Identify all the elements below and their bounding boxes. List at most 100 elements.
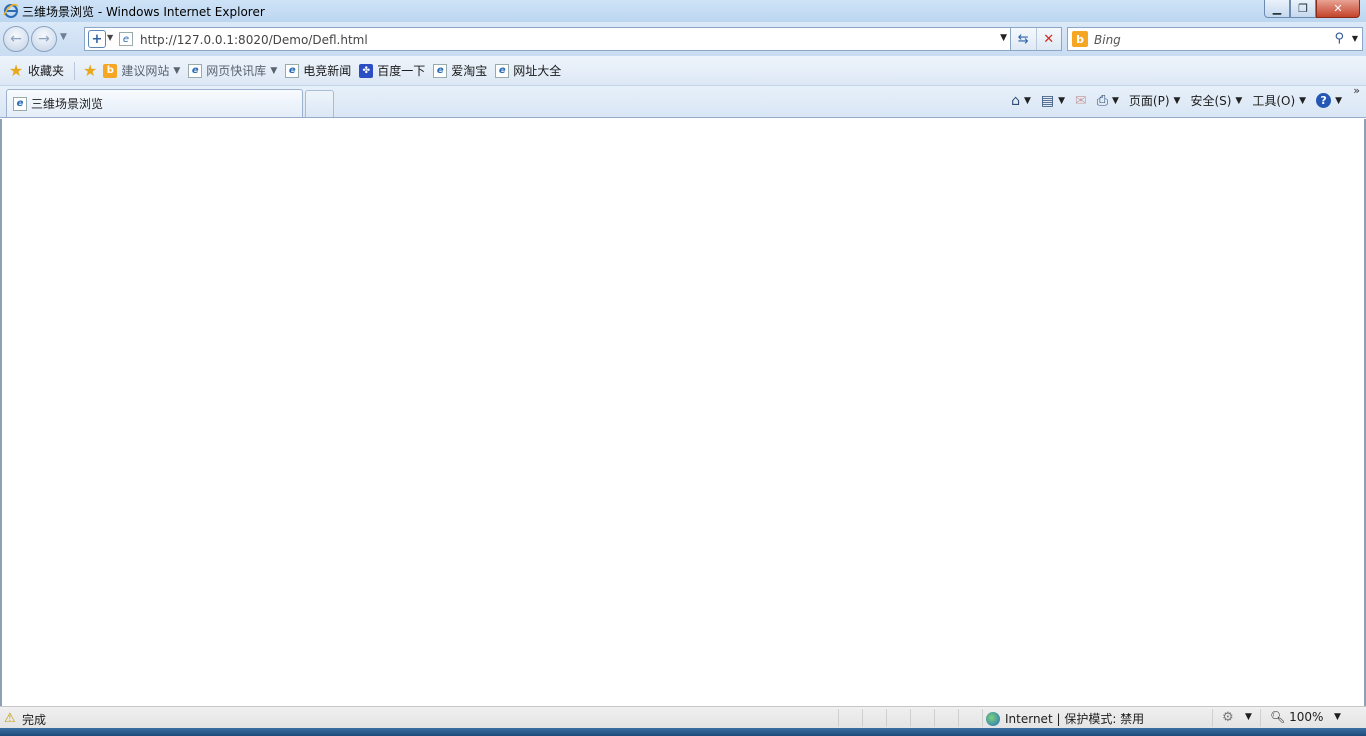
ie-page-icon: e xyxy=(495,63,510,78)
taskbar xyxy=(0,728,1366,736)
compatibility-icon[interactable]: + xyxy=(88,30,106,48)
fav-url-directory[interactable]: e 网址大全 xyxy=(495,62,561,79)
recent-pages-dropdown[interactable]: ▼ xyxy=(60,32,67,42)
status-divider xyxy=(982,709,983,727)
fav-suggested-sites[interactable]: b 建议网站 ▼ xyxy=(103,62,180,79)
back-button[interactable]: ← xyxy=(3,26,29,52)
fav-web-slice-gallery[interactable]: e 网页快讯库 ▼ xyxy=(188,62,277,79)
add-to-favorites-icon[interactable]: ★ xyxy=(83,61,97,80)
bing-icon: b xyxy=(103,63,118,78)
chevron-down-icon[interactable]: ▼ xyxy=(1058,96,1065,106)
fav-label: 网页快讯库 xyxy=(206,64,267,78)
fav-baidu[interactable]: ✤ 百度一下 xyxy=(359,62,425,79)
security-zone[interactable]: Internet | 保护模式: 禁用 xyxy=(986,710,1144,727)
zoom-text: 100% xyxy=(1289,710,1324,724)
ie-logo-icon xyxy=(3,3,19,19)
print-button[interactable]: ⎙ ▼ xyxy=(1097,93,1119,109)
new-tab-button[interactable] xyxy=(305,90,334,117)
fav-ai-taobao[interactable]: e 爱淘宝 xyxy=(433,62,487,79)
close-button[interactable]: ✕ xyxy=(1316,0,1360,18)
window-title: 三维场景浏览 - Windows Internet Explorer xyxy=(22,5,265,19)
minimize-button[interactable]: ▁ xyxy=(1264,0,1290,18)
page-content[interactable] xyxy=(0,119,1366,706)
fav-label: 百度一下 xyxy=(377,64,426,78)
status-divider xyxy=(1212,709,1213,727)
safety-menu[interactable]: 安全(S) ▼ xyxy=(1190,92,1242,109)
chevron-down-icon[interactable]: ▼ xyxy=(1245,712,1252,722)
fav-label: 建议网站 xyxy=(121,64,170,78)
zone-text: Internet | 保护模式: 禁用 xyxy=(1005,712,1145,726)
chevron-down-icon: ▼ xyxy=(1335,95,1342,106)
fav-label: 爱淘宝 xyxy=(451,64,488,78)
chevron-down-icon: ▼ xyxy=(270,65,278,76)
status-divider xyxy=(910,709,911,727)
window-controls: ▁ ❐ ✕ xyxy=(1264,0,1360,18)
back-arrow-icon: ← xyxy=(10,31,22,47)
mail-icon: ✉ xyxy=(1075,92,1087,109)
search-placeholder[interactable]: Bing xyxy=(1094,33,1121,47)
address-bar[interactable]: + ▼ e http://127.0.0.1:8020/Demo/Defl.ht… xyxy=(84,27,1014,51)
help-icon: ? xyxy=(1316,93,1332,108)
favorites-bar: ★ 收藏夹 ★ b 建议网站 ▼ e 网页快讯库 ▼ e 电竞新闻 ✤ 百度一下… xyxy=(0,56,1366,86)
forward-button[interactable]: → xyxy=(31,26,57,52)
star-icon: ★ xyxy=(8,61,24,80)
chevron-down-icon: ▼ xyxy=(1235,95,1243,106)
home-icon: ⌂ xyxy=(1011,92,1020,109)
title-bar: 三维场景浏览 - Windows Internet Explorer ▁ ❐ ✕ xyxy=(0,0,1366,22)
tab-label: 三维场景浏览 xyxy=(31,97,104,111)
command-bar: ⌂ ▼ ▤ ▼ ✉ ⎙ ▼ 页面(P) ▼ 安全(S) ▼ 工具(O) ▼ ? … xyxy=(1001,92,1360,109)
search-box[interactable]: b Bing ⚲ ▼ xyxy=(1067,27,1363,51)
navigation-bar: ← → ▼ + ▼ e http://127.0.0.1:8020/Demo/D… xyxy=(0,22,1366,56)
url-text[interactable]: http://127.0.0.1:8020/Demo/Defl.html xyxy=(140,33,368,47)
address-dropdown[interactable]: ▼ xyxy=(1000,33,1007,43)
status-divider xyxy=(862,709,863,727)
toolbar-overflow-chevron-icon[interactable]: » xyxy=(1353,84,1360,97)
fav-label: 网址大全 xyxy=(513,64,562,78)
bing-icon: b xyxy=(1072,31,1088,47)
warning-icon[interactable]: ⚠ xyxy=(4,711,16,726)
forward-arrow-icon: → xyxy=(38,31,50,47)
favorites-button[interactable]: ★ 收藏夹 xyxy=(8,61,65,80)
home-button[interactable]: ⌂ ▼ xyxy=(1011,93,1031,109)
ie-page-icon: e xyxy=(285,63,300,78)
read-mail-button[interactable]: ✉ xyxy=(1075,93,1087,109)
maximize-button[interactable]: ❐ xyxy=(1290,0,1316,18)
help-menu[interactable]: ? ▼ xyxy=(1316,93,1342,108)
tab-row: e 三维场景浏览 ⌂ ▼ ▤ ▼ ✉ ⎙ ▼ 页面(P) ▼ 安全(S) ▼ 工… xyxy=(0,84,1366,118)
status-bar: ⚠ 完成 Internet | 保护模式: 禁用 ⚙ ▼ 🔍︎ 100% ▼ xyxy=(0,706,1366,728)
address-tools: ⇆ ✕ xyxy=(1010,27,1062,51)
fav-esports-news[interactable]: e 电竞新闻 xyxy=(285,62,351,79)
divider xyxy=(74,61,76,80)
safety-menu-label: 安全(S) xyxy=(1190,94,1232,108)
page-icon: e xyxy=(119,32,133,46)
add-ons-icon[interactable]: ⚙ xyxy=(1222,710,1234,725)
search-options-dropdown[interactable]: ▼ xyxy=(1352,34,1358,43)
chevron-down-icon[interactable]: ▼ xyxy=(1112,96,1119,106)
chevron-down-icon: ▼ xyxy=(1299,95,1307,106)
zoom-level[interactable]: 🔍︎ 100% xyxy=(1270,710,1323,724)
ie-page-icon: e xyxy=(13,96,27,111)
status-divider xyxy=(838,709,839,727)
zoom-dropdown[interactable]: ▼ xyxy=(1334,712,1341,722)
feeds-button[interactable]: ▤ ▼ xyxy=(1041,93,1065,109)
status-divider xyxy=(886,709,887,727)
tools-menu-label: 工具(O) xyxy=(1252,94,1296,108)
ie-page-icon: e xyxy=(433,63,448,78)
favorites-label: 收藏夹 xyxy=(28,64,65,78)
rss-feed-icon: ▤ xyxy=(1040,92,1055,109)
printer-icon: ⎙ xyxy=(1096,92,1108,109)
baidu-paw-icon: ✤ xyxy=(359,63,374,78)
page-menu-label: 页面(P) xyxy=(1128,94,1170,108)
chevron-down-icon: ▼ xyxy=(1173,95,1181,106)
page-menu[interactable]: 页面(P) ▼ xyxy=(1129,92,1181,109)
tab-active[interactable]: e 三维场景浏览 xyxy=(6,89,303,117)
chevron-down-icon[interactable]: ▼ xyxy=(107,33,113,42)
stop-button[interactable]: ✕ xyxy=(1037,28,1062,50)
refresh-button[interactable]: ⇆ xyxy=(1011,28,1037,50)
chevron-down-icon[interactable]: ▼ xyxy=(1024,96,1031,106)
search-icon[interactable]: ⚲ xyxy=(1334,31,1344,46)
tools-menu[interactable]: 工具(O) ▼ xyxy=(1252,92,1306,109)
status-text: 完成 xyxy=(22,713,47,727)
status-divider xyxy=(1260,709,1261,727)
ie-page-icon: e xyxy=(188,63,203,78)
